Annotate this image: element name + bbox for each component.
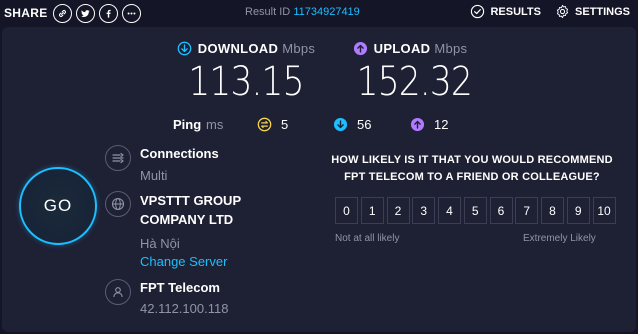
settings-button[interactable]: SETTINGS: [555, 4, 630, 19]
download-metric: DOWNLOAD Mbps 113.15: [172, 41, 320, 105]
provider-name: FPT Telecom: [140, 280, 220, 295]
result-id-link[interactable]: 11734927419: [293, 6, 359, 18]
ping-download: 56: [333, 117, 371, 132]
settings-label: SETTINGS: [574, 5, 630, 18]
upload-arrow-icon: [353, 41, 367, 56]
provider-ip: 42.112.100.118: [140, 301, 229, 316]
download-header: DOWNLOAD Mbps: [172, 41, 320, 56]
results-panel: DOWNLOAD Mbps 113.15 UPLOAD Mbps 152.32 …: [2, 27, 636, 332]
connections-value: Multi: [140, 168, 168, 183]
nps-scale: 0 1 2 3 4 5 6 7 8 9 10: [335, 197, 618, 224]
nps-score-button[interactable]: 9: [566, 197, 590, 224]
nps-score-button[interactable]: 0: [335, 197, 358, 224]
ping-download-icon: [333, 117, 348, 132]
top-bar: SHARE Result ID 11734927419 RESULTS SETT…: [0, 0, 638, 26]
nps-score-button[interactable]: 8: [541, 197, 564, 224]
go-button[interactable]: GO: [19, 167, 97, 245]
download-unit: Mbps: [282, 41, 316, 56]
user-icon: [113, 287, 123, 298]
change-server-link[interactable]: Change Server: [140, 254, 227, 269]
download-label: DOWNLOAD: [197, 41, 279, 56]
share-group: SHARE: [4, 3, 145, 23]
more-share-button[interactable]: [121, 3, 141, 23]
upload-speed-value: 152.32: [356, 59, 473, 105]
nps-score-button[interactable]: 10: [592, 197, 616, 224]
upload-header: UPLOAD Mbps: [348, 41, 472, 56]
ping-label: Ping: [173, 117, 202, 132]
nps-score-button[interactable]: 7: [515, 197, 539, 224]
ping-upload-value: 12: [434, 117, 449, 132]
facebook-share-button[interactable]: [98, 3, 118, 23]
nps-score-button[interactable]: 6: [489, 197, 513, 224]
check-circle-icon: [471, 4, 485, 19]
nps-score-button[interactable]: 1: [360, 197, 384, 224]
server-name: VPSTTT GROUP COMPANY LTD: [140, 191, 241, 229]
twitter-share-button[interactable]: [75, 3, 95, 23]
ping-idle-icon: [257, 117, 272, 132]
download-arrow-icon: [177, 41, 192, 56]
survey-question-line1: HOW LIKELY IS IT THAT YOU WOULD RECOMMEN…: [331, 154, 613, 166]
upload-unit: Mbps: [434, 41, 468, 56]
top-right-nav: RESULTS SETTINGS: [456, 4, 630, 19]
facebook-icon: [106, 9, 111, 18]
ping-row: Ping ms 5 56 12: [2, 117, 636, 135]
ping-idle-value: 5: [281, 117, 289, 132]
ping-idle: 5: [257, 117, 288, 132]
share-label: SHARE: [4, 6, 48, 20]
nps-score-button[interactable]: 3: [412, 197, 436, 224]
connections-title: Connections: [140, 146, 219, 161]
result-id-label: Result ID: [245, 6, 291, 18]
scale-low-label: Not at all likely: [335, 233, 400, 244]
more-icon: [127, 11, 135, 15]
nps-score-button[interactable]: 2: [386, 197, 410, 224]
link-share-button[interactable]: [52, 3, 72, 23]
ping-upload: 12: [410, 117, 448, 132]
twitter-icon: [80, 9, 90, 17]
survey-question-line2: FPT TELECOM TO A FRIEND OR COLLEAGUE?: [344, 171, 600, 183]
globe-icon: [111, 197, 125, 211]
server-name-line1: VPSTTT GROUP: [140, 193, 242, 208]
connections-icon-wrap[interactable]: [105, 145, 131, 171]
gear-icon: [556, 4, 569, 19]
upload-metric: UPLOAD Mbps 152.32: [348, 41, 473, 105]
ping-unit: ms: [206, 117, 224, 132]
survey-question: HOW LIKELY IS IT THAT YOU WOULD RECOMMEN…: [322, 152, 622, 186]
results-label: RESULTS: [490, 5, 541, 18]
scale-high-label: Extremely Likely: [523, 233, 596, 244]
connections-icon: [112, 152, 124, 164]
provider-icon-wrap: [105, 279, 131, 305]
server-location: Hà Nội: [140, 236, 180, 251]
result-id: Result ID 11734927419: [245, 6, 360, 18]
nps-score-button[interactable]: 5: [463, 197, 487, 224]
ping-download-value: 56: [357, 117, 372, 132]
server-icon-wrap: [105, 191, 131, 217]
upload-label: UPLOAD: [373, 41, 431, 56]
server-name-line2: COMPANY LTD: [140, 212, 234, 227]
link-icon: [58, 9, 66, 17]
download-speed-value: 113.15: [188, 59, 304, 105]
ping-upload-icon: [410, 117, 425, 132]
nps-score-button[interactable]: 4: [438, 197, 461, 224]
results-button[interactable]: RESULTS: [470, 4, 541, 19]
